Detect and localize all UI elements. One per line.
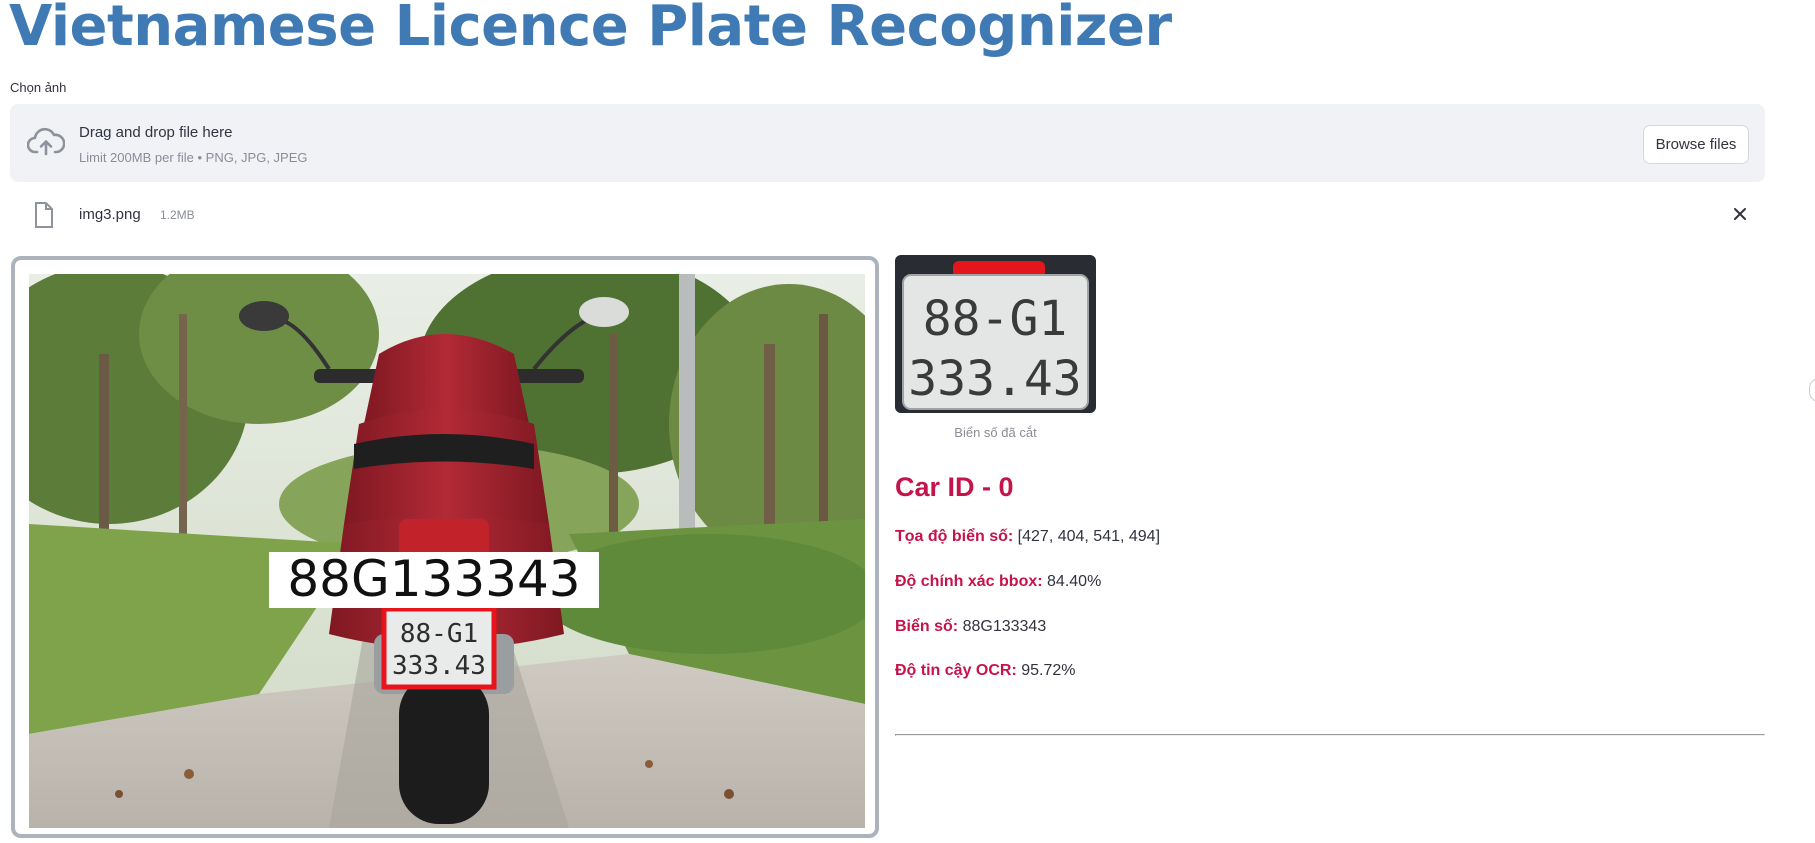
dropzone-limit-text: Limit 200MB per file • PNG, JPG, JPEG — [79, 150, 308, 165]
uploaded-file-name: img3.png — [79, 206, 141, 223]
bbox-confidence: Độ chính xác bbox: 84.40% — [895, 573, 1101, 591]
uploader-label: Chọn ảnh — [10, 80, 67, 95]
cloud-upload-icon — [26, 125, 66, 161]
cropped-plate-caption: Biển số đã cắt — [954, 425, 1037, 440]
ocr-confidence-value: 95.72% — [1021, 662, 1076, 679]
cropped-plate-line2: 333.43 — [908, 351, 1081, 407]
bbox-confidence-value: 84.40% — [1047, 573, 1102, 590]
browse-files-button[interactable]: Browse files — [1643, 125, 1749, 164]
cropped-plate-image: 88-G1 333.43 — [895, 255, 1096, 413]
plate-number: Biển số: 88G133343 — [895, 618, 1046, 636]
scene-plate-line1: 88-G1 — [400, 619, 478, 649]
page-title: Vietnamese Licence Plate Recognizer — [9, 0, 1172, 59]
scene-plate-line2: 333.43 — [392, 651, 486, 681]
uploaded-file-size: 1.2MB — [160, 208, 195, 222]
annotated-image-frame: 88-G1 333.43 88G133343 — [11, 256, 879, 838]
close-icon[interactable] — [1730, 204, 1750, 224]
dropzone-instructions: Drag and drop file here — [79, 124, 233, 141]
file-dropzone[interactable]: Drag and drop file here Limit 200MB per … — [10, 104, 1765, 182]
annotated-scooter-image: 88-G1 333.43 88G133343 — [29, 274, 865, 828]
plate-coordinates-label: Tọa độ biển số: — [895, 528, 1014, 545]
ocr-confidence: Độ tin cậy OCR: 95.72% — [895, 662, 1076, 680]
plate-coordinates: Tọa độ biển số: [427, 404, 541, 494] — [895, 528, 1160, 546]
section-divider — [895, 734, 1765, 736]
plate-number-value: 88G133343 — [962, 618, 1047, 635]
file-icon — [34, 202, 54, 228]
plate-coordinates-value: [427, 404, 541, 494] — [1017, 528, 1161, 545]
cropped-plate-line1: 88-G1 — [923, 291, 1068, 347]
plate-number-label: Biển số: — [895, 618, 959, 635]
uploaded-file-row: img3.png 1.2MB — [10, 198, 1765, 230]
car-id-heading: Car ID - 0 — [895, 472, 1014, 502]
sidebar-toggle[interactable] — [1809, 378, 1815, 402]
ocr-confidence-label: Độ tin cậy OCR: — [895, 662, 1017, 679]
bbox-confidence-label: Độ chính xác bbox: — [895, 573, 1043, 590]
ocr-overlay-label: 88G133343 — [287, 550, 580, 608]
